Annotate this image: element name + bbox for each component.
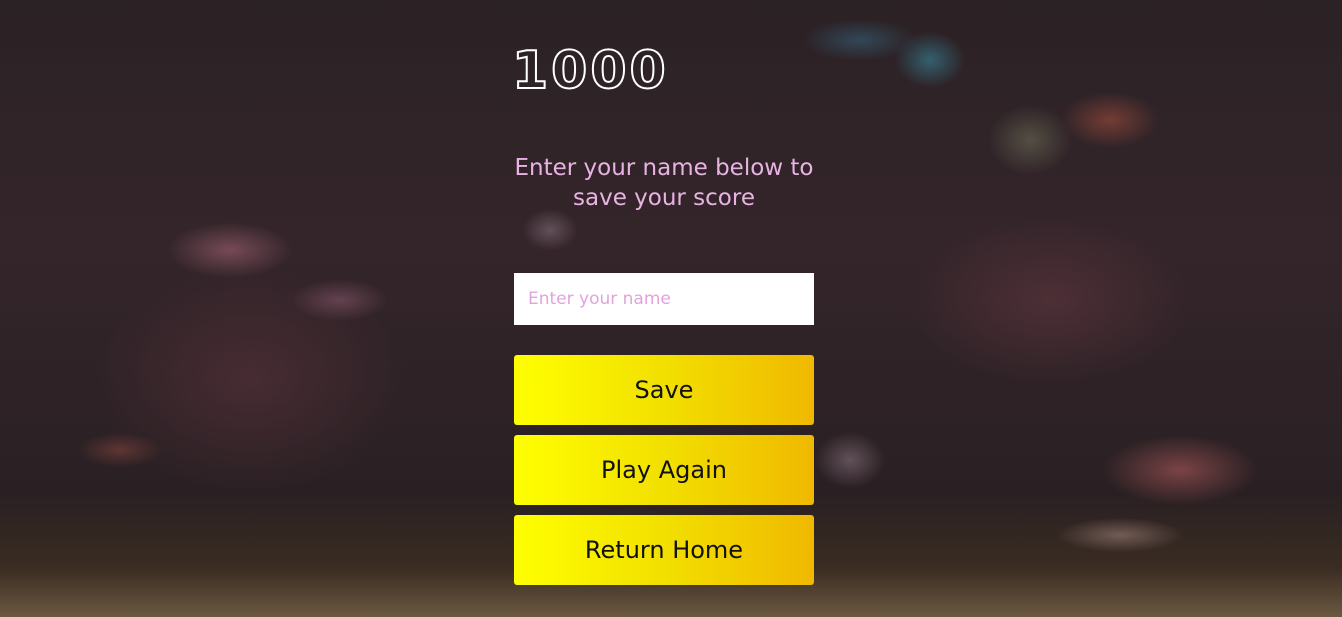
- name-input[interactable]: [514, 273, 814, 325]
- return-home-button[interactable]: Return Home: [514, 515, 814, 585]
- save-score-prompt: Enter your name below to save your score: [514, 155, 814, 211]
- play-again-button[interactable]: Play Again: [514, 435, 814, 505]
- final-score: 1000: [511, 40, 669, 102]
- save-button[interactable]: Save: [514, 355, 814, 425]
